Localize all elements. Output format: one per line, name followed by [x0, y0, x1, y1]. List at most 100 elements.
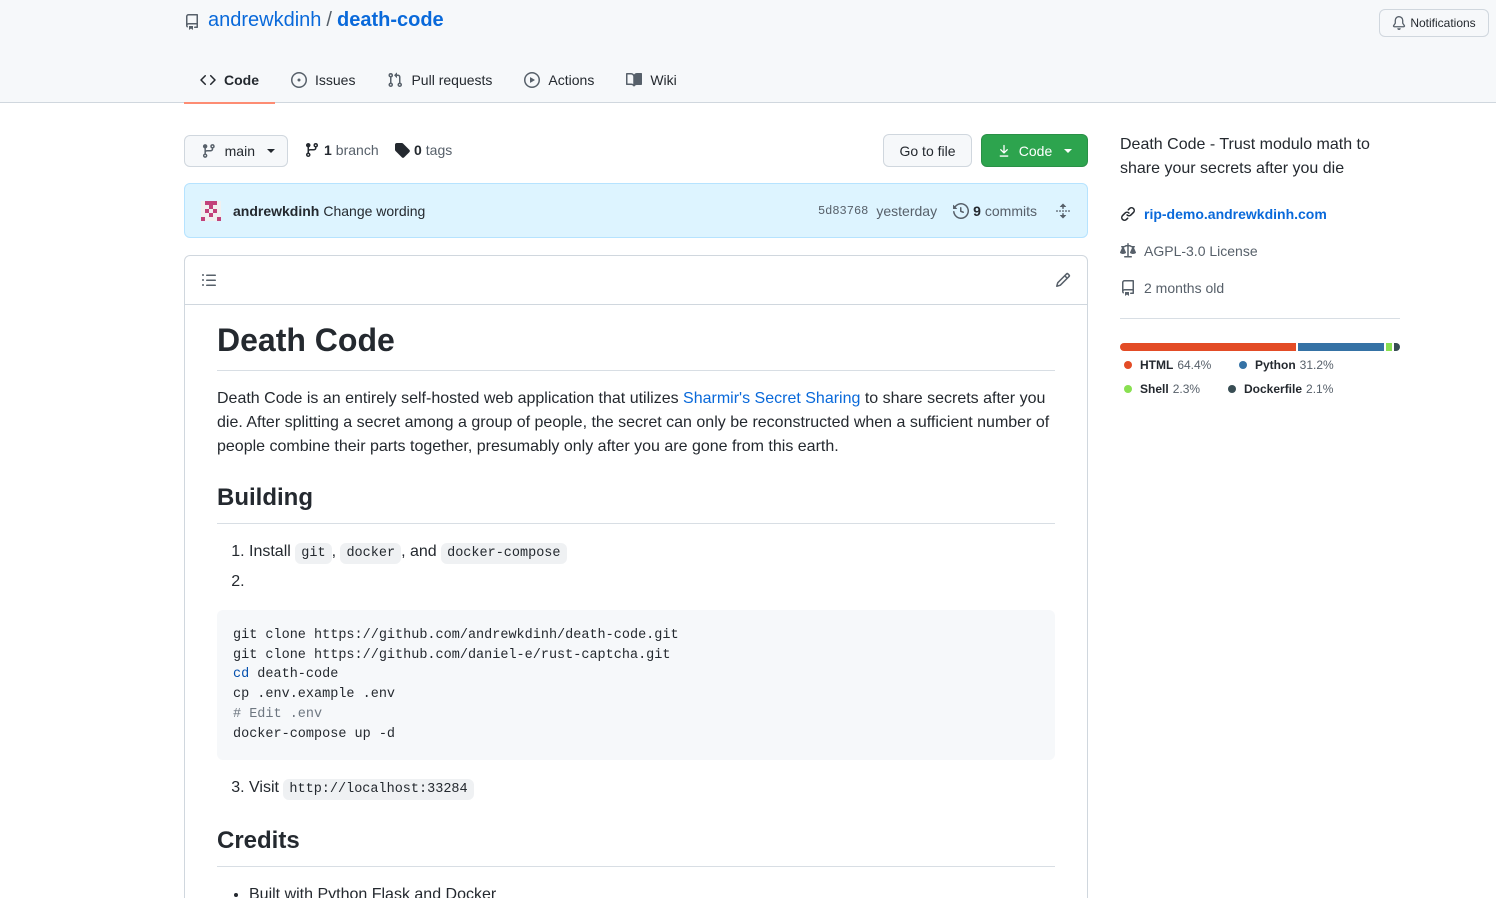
language-bar-segment[interactable]	[1394, 343, 1400, 351]
tab-code-label: Code	[224, 71, 259, 88]
download-icon	[999, 144, 1009, 157]
avatar[interactable]	[201, 200, 221, 221]
license-row[interactable]: AGPL-3.0 License	[1120, 232, 1400, 269]
readme-intro: Death Code is an entirely self-hosted we…	[217, 387, 1055, 459]
law-icon	[1120, 242, 1136, 257]
repo-age: 2 months old	[1144, 279, 1225, 296]
repo-name-link[interactable]: death-code	[337, 9, 444, 32]
license-label: AGPL-3.0 License	[1144, 242, 1258, 259]
play-icon	[524, 71, 541, 88]
commit-author-link[interactable]: andrewkdinh	[233, 203, 319, 219]
code-comment: # Edit .env	[233, 706, 323, 722]
code-button-label: Code	[1018, 142, 1053, 159]
language-item-html[interactable]: HTML 64.4%	[1120, 358, 1211, 372]
language-percent: 31.2%	[1299, 358, 1334, 372]
chevron-down-icon	[1064, 148, 1073, 153]
chevron-down-icon	[267, 149, 275, 153]
tag-count: 0	[414, 142, 422, 158]
commit-message-link[interactable]: Change wording	[323, 203, 425, 219]
building-steps-list: Install git, docker, and docker-compose	[217, 540, 1055, 594]
readme-panel: Death Code Death Code is an entirely sel…	[184, 255, 1088, 898]
code-line: git clone https://github.com/andrewkdinh…	[233, 628, 679, 643]
website-row: rip-demo.andrewkdinh.com	[1120, 195, 1400, 232]
code-dropdown-button[interactable]: Code	[981, 134, 1088, 167]
list-item	[249, 570, 1055, 594]
website-link[interactable]: rip-demo.andrewkdinh.com	[1144, 206, 1327, 222]
building-steps-list-cont: Visit http://localhost:33284	[217, 776, 1055, 802]
latest-commit-bar: andrewkdinh Change wording 5d83768 yeste…	[184, 183, 1088, 238]
branch-icon	[202, 144, 215, 158]
tab-actions-label: Actions	[548, 71, 595, 88]
language-item-shell[interactable]: Shell 2.3%	[1120, 382, 1200, 396]
language-color-dot	[1124, 385, 1132, 393]
code-block: git clone https://github.com/andrewkdinh…	[217, 610, 1055, 761]
credits-list: Built with Python Flask and Docker	[217, 883, 1055, 898]
commit-sha-link[interactable]: 5d83768	[818, 204, 868, 218]
book-icon	[626, 72, 643, 86]
readme-header	[185, 256, 1087, 305]
tab-code[interactable]: Code	[184, 56, 275, 104]
language-item-python[interactable]: Python 31.2%	[1235, 358, 1334, 372]
tab-actions[interactable]: Actions	[508, 56, 610, 103]
code-line: docker-compose up -d	[233, 726, 396, 742]
branch-icon	[305, 143, 318, 158]
notifications-button[interactable]: Notifications	[1379, 9, 1489, 37]
language-bar-segment[interactable]	[1120, 343, 1297, 351]
language-bar-segment[interactable]	[1298, 343, 1384, 351]
code-icon	[200, 74, 216, 85]
branch-label: branch	[335, 142, 379, 158]
divider	[1120, 318, 1400, 319]
step1-prefix: Install	[249, 543, 296, 560]
tab-wiki[interactable]: Wiki	[610, 56, 692, 103]
commit-count-label: commits	[984, 202, 1037, 219]
tab-pull-requests[interactable]: Pull requests	[371, 56, 508, 103]
tab-issues[interactable]: Issues	[275, 56, 371, 103]
age-row: 2 months old	[1120, 269, 1400, 306]
repo-description: Death Code - Trust modulo math to share …	[1120, 136, 1370, 177]
step1-sep: , and	[401, 543, 442, 560]
inline-code: docker	[340, 543, 402, 564]
tab-pull-requests-label: Pull requests	[411, 71, 493, 88]
code-line: git clone https://github.com/daniel-e/ru…	[233, 647, 671, 663]
unfold-icon[interactable]	[1055, 203, 1071, 219]
history-icon	[953, 202, 970, 219]
step3-prefix: Visit	[249, 779, 284, 797]
pencil-icon[interactable]	[1055, 272, 1071, 288]
list-unordered-icon[interactable]	[201, 272, 217, 288]
readme-title: Death Code	[217, 305, 1055, 371]
readme-content: Death Code Death Code is an entirely sel…	[185, 305, 1087, 898]
repo-owner-link[interactable]: andrewkdinh	[208, 9, 321, 32]
tags-link[interactable]: 0 tags	[394, 142, 452, 158]
about-sidebar: Death Code - Trust modulo math to share …	[1120, 133, 1400, 306]
repo-title: andrewkdinh / death-code	[184, 8, 444, 32]
building-heading: Building	[217, 483, 1055, 524]
branches-link[interactable]: 1 branch	[304, 142, 379, 158]
repo-icon	[1122, 279, 1134, 296]
list-item: Visit http://localhost:33284	[249, 776, 1055, 802]
sharmir-secret-sharing-link[interactable]: Sharmir's Secret Sharing	[683, 390, 860, 407]
tab-wiki-label: Wiki	[650, 71, 677, 88]
code-line: death-code	[249, 667, 339, 683]
commit-meta: 5d83768 yesterday 9 commits	[818, 184, 1071, 237]
commits-history-link[interactable]: 9 commits	[953, 203, 1037, 219]
pull-request-icon	[388, 72, 403, 87]
tab-issues-label: Issues	[315, 71, 356, 88]
bell-icon	[1393, 16, 1406, 30]
language-item-dockerfile[interactable]: Dockerfile 2.1%	[1224, 382, 1333, 396]
language-percent: 64.4%	[1177, 358, 1212, 372]
inline-code: git	[295, 543, 332, 564]
link-icon	[1121, 206, 1135, 221]
notifications-label: Notifications	[1410, 16, 1476, 30]
language-bar-segment[interactable]	[1385, 343, 1393, 351]
inline-code: http://localhost:33284	[283, 779, 474, 801]
branch-name: main	[224, 143, 255, 159]
language-name: HTML	[1140, 358, 1174, 372]
language-bar	[1120, 343, 1400, 351]
tag-icon	[395, 143, 410, 158]
inline-code: docker-compose	[441, 543, 567, 564]
language-name: Dockerfile	[1244, 382, 1303, 396]
repo-header: andrewkdinh / death-code Notifications C…	[0, 0, 1496, 104]
branch-select-button[interactable]: main	[184, 135, 288, 167]
go-to-file-button[interactable]: Go to file	[883, 134, 972, 167]
commit-time: yesterday	[876, 202, 938, 219]
